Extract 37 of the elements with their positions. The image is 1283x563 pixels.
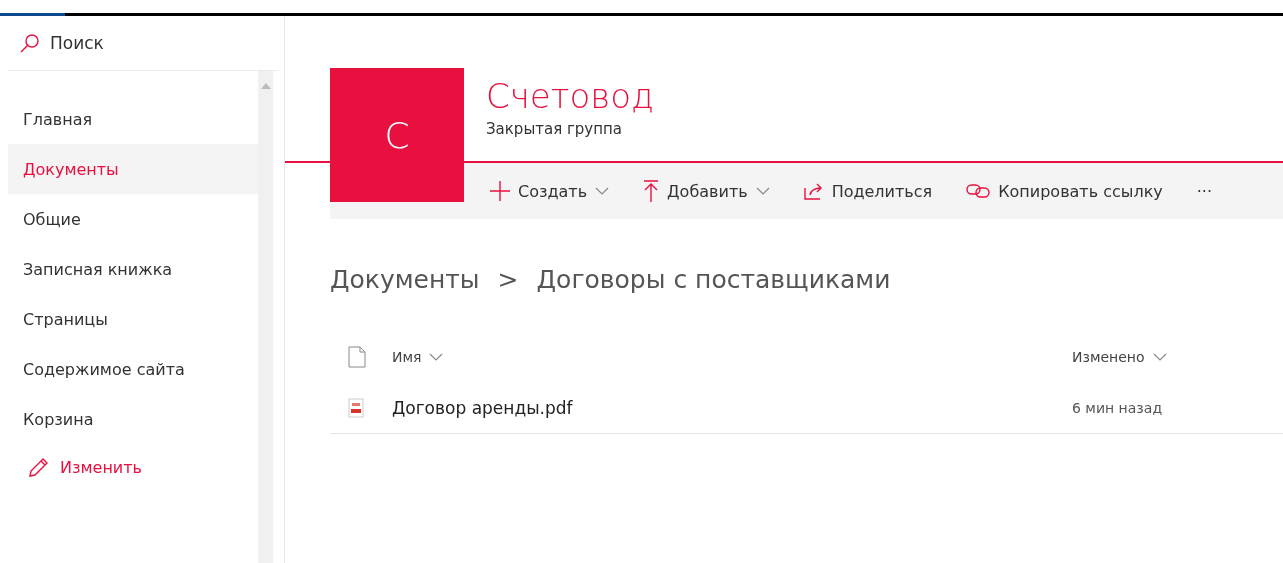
modified-time: 6 мин назад	[1072, 399, 1163, 416]
toolbar-button[interactable]: Создать	[490, 181, 610, 201]
column-header[interactable]: Имя	[392, 349, 444, 365]
toolbar-button[interactable]: Добавить	[643, 180, 770, 202]
file-icon	[348, 346, 366, 368]
search-icon	[20, 33, 40, 53]
pdf-file-icon	[348, 397, 364, 418]
upload-icon	[643, 180, 660, 202]
chevron-down-icon	[755, 187, 770, 195]
scroll-up-icon	[260, 83, 271, 89]
plus-icon	[490, 181, 510, 201]
column-header[interactable]: Изменено	[1072, 349, 1167, 365]
chevron-down-icon	[429, 353, 444, 361]
nav-item[interactable]: Содержимое сайта	[8, 344, 258, 394]
site-logo: C	[330, 68, 464, 202]
nav-item[interactable]: Документы	[8, 144, 258, 194]
toolbar-button[interactable]: Поделиться	[803, 181, 933, 201]
nav-item[interactable]: Записная книжка	[8, 244, 258, 294]
breadcrumb-separator: >	[497, 265, 519, 294]
file-name-link[interactable]: Договор аренды.pdf	[392, 397, 573, 418]
share-icon	[803, 182, 824, 200]
toolbar-button[interactable]: Копировать ссылку	[966, 181, 1163, 201]
chevron-down-icon	[595, 187, 610, 195]
link-icon	[966, 184, 991, 198]
nav-item[interactable]: Страницы	[8, 294, 258, 344]
chevron-down-icon	[1152, 353, 1167, 361]
site-title: Счетовод	[486, 75, 655, 118]
nav-item[interactable]: Общие	[8, 194, 258, 244]
breadcrumb-link[interactable]: Документы	[330, 265, 480, 294]
scrollbar[interactable]	[258, 71, 273, 563]
edit-link[interactable]: Изменить	[8, 444, 258, 490]
breadcrumb-link[interactable]: Договоры с поставщиками	[536, 265, 891, 294]
site-subtitle: Закрытая группа	[486, 120, 624, 138]
toolbar-button[interactable]: ···	[1196, 181, 1213, 201]
pencil-icon	[28, 456, 50, 478]
nav-item[interactable]: Главная	[8, 94, 258, 144]
nav-item[interactable]: Корзина	[8, 394, 258, 444]
